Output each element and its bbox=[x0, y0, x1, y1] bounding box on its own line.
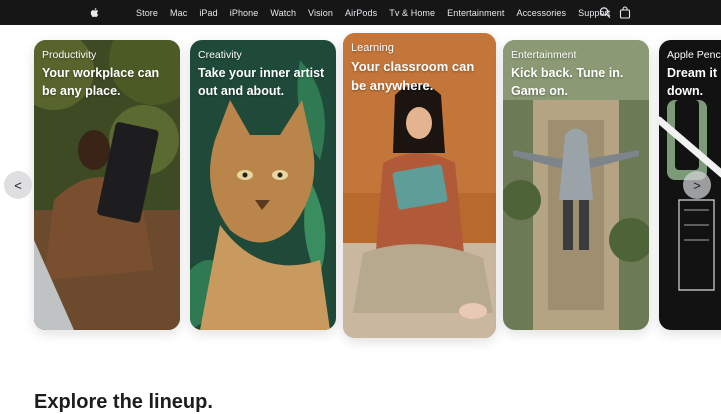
search-icon[interactable] bbox=[599, 6, 611, 19]
card-headline: Your classroom can be anywhere. bbox=[351, 59, 475, 93]
card-text: Apple Pencil Dream it up. Jot it down. bbox=[667, 48, 721, 100]
section-title: Explore the lineup. bbox=[34, 391, 213, 413]
bag-icon[interactable] bbox=[619, 6, 631, 19]
nav-item-accessories[interactable]: Accessories bbox=[516, 8, 566, 18]
nav-item-iphone[interactable]: iPhone bbox=[230, 8, 259, 18]
card-eyebrow: Apple Pencil bbox=[667, 49, 721, 61]
card-text: Creativity Take your inner artist out an… bbox=[198, 48, 330, 100]
card-eyebrow: Entertainment bbox=[511, 49, 577, 61]
global-nav: Store Mac iPad iPhone Watch Vision AirPods Tv &… bbox=[0, 0, 721, 25]
nav-item-vision[interactable]: Vision bbox=[308, 8, 333, 18]
card-headline: Kick back. Tune in. Game on. bbox=[511, 66, 624, 98]
card-headline: Your workplace can be any place. bbox=[42, 66, 160, 98]
feature-carousel: Productivity Your workplace can be any p… bbox=[0, 25, 721, 355]
chevron-right-icon: > bbox=[693, 177, 701, 193]
card-text: Productivity Your workplace can be any p… bbox=[42, 48, 174, 100]
card-headline: Take your inner artist out and about. bbox=[198, 66, 325, 98]
nav-item-entertainment[interactable]: Entertainment bbox=[447, 8, 504, 18]
nav-item-tv-home[interactable]: Tv & Home bbox=[389, 8, 435, 18]
card-entertainment[interactable]: Entertainment Kick back. Tune in. Game o… bbox=[503, 40, 649, 330]
card-creativity[interactable]: Creativity Take your inner artist out an… bbox=[190, 40, 336, 330]
card-productivity[interactable]: Productivity Your workplace can be any p… bbox=[34, 40, 180, 330]
card-text: Learning Your classroom can be anywhere. bbox=[351, 41, 490, 95]
carousel-next-button[interactable]: > bbox=[683, 171, 711, 199]
nav-item-watch[interactable]: Watch bbox=[270, 8, 296, 18]
nav-item-mac[interactable]: Mac bbox=[170, 8, 187, 18]
card-eyebrow: Learning bbox=[351, 42, 394, 54]
nav-item-ipad[interactable]: iPad bbox=[199, 8, 217, 18]
card-text: Entertainment Kick back. Tune in. Game o… bbox=[511, 48, 643, 100]
card-learning[interactable]: Learning Your classroom can be anywhere. bbox=[343, 33, 496, 338]
apple-logo-icon[interactable] bbox=[88, 6, 99, 19]
nav-items: Store Mac iPad iPhone Watch Vision AirPods Tv &… bbox=[130, 0, 616, 25]
nav-item-airpods[interactable]: AirPods bbox=[345, 8, 377, 18]
card-headline: Dream it up. Jot it down. bbox=[667, 66, 721, 98]
chevron-left-icon: < bbox=[14, 177, 22, 193]
nav-item-store[interactable]: Store bbox=[136, 8, 158, 18]
card-eyebrow: Creativity bbox=[198, 49, 242, 61]
carousel-prev-button[interactable]: < bbox=[4, 171, 32, 199]
card-eyebrow: Productivity bbox=[42, 49, 97, 61]
